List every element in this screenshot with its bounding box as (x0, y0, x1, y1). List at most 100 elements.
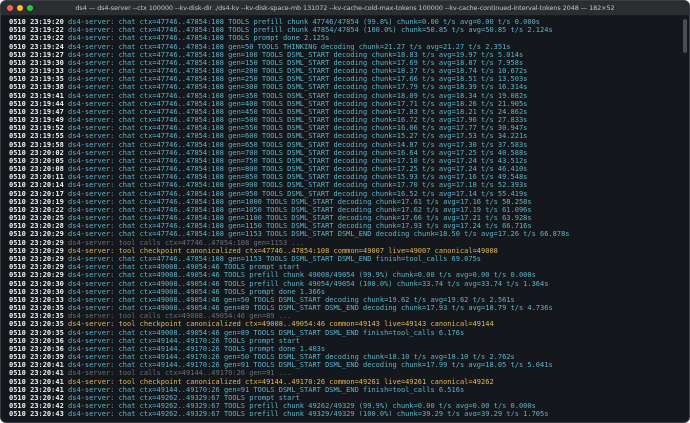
log-line: 0510 23:20:35 ds4-server: chat ctx=49008… (9, 304, 679, 312)
log-message: ds4-server: chat ctx=47746..47854:108 ge… (68, 58, 524, 67)
log-line: 0510 23:20:11 ds4-server: chat ctx=47746… (9, 173, 679, 181)
log-message: ds4-server: chat ctx=49008..49054:46 gen… (68, 328, 465, 337)
log-line: 0510 23:20:28 ds4-server: chat ctx=47746… (9, 222, 679, 230)
log-timestamp: 0510 23:20:36 (9, 336, 64, 345)
log-message: ds4-server: chat ctx=47746..47854:108 ge… (68, 67, 528, 76)
log-line: 0510 23:19:49 ds4-server: chat ctx=47746… (9, 116, 679, 124)
log-line: 0510 23:20:43 ds4-server: chat ctx=49262… (9, 410, 679, 416)
log-timestamp: 0510 23:20:36 (9, 344, 64, 353)
log-line: 0510 23:20:02 ds4-server: chat ctx=47746… (9, 149, 679, 157)
log-timestamp: 0510 23:20:35 (9, 328, 64, 337)
log-message: ds4-server: chat ctx=49262..49329:67 TOO… (68, 410, 549, 416)
log-line: 0510 23:20:17 ds4-server: chat ctx=47746… (9, 190, 679, 198)
log-line: 0510 23:20:29 ds4-server: chat ctx=47746… (9, 255, 679, 263)
log-line: 0510 23:20:41 ds4-server: chat ctx=49144… (9, 386, 679, 394)
log-timestamp: 0510 23:20:39 (9, 353, 64, 362)
log-message: ds4-server: chat ctx=47746..47854:108 ge… (68, 148, 528, 157)
log-timestamp: 0510 23:19:22 (9, 34, 64, 43)
log-message: ds4-server: chat ctx=49008..49054:46 TOO… (68, 279, 549, 288)
log-line: 0510 23:19:30 ds4-server: chat ctx=47746… (9, 59, 679, 67)
log-timestamp: 0510 23:20:11 (9, 173, 64, 182)
log-timestamp: 0510 23:19:52 (9, 124, 64, 133)
log-message: ds4-server: chat ctx=47746..47854:108 TO… (68, 26, 553, 35)
log-message: ds4-server: chat ctx=47746..47854:108 ge… (68, 254, 482, 263)
log-line: 0510 23:19:52 ds4-server: chat ctx=47746… (9, 124, 679, 132)
log-line: 0510 23:20:41 ds4-server: tool checkpoin… (9, 378, 679, 386)
log-line: 0510 23:20:22 ds4-server: chat ctx=47746… (9, 206, 679, 214)
log-line: 0510 23:19:20 ds4-server: chat ctx=47746… (9, 18, 679, 26)
log-timestamp: 0510 23:19:20 (9, 18, 64, 26)
scrollbar[interactable] (682, 17, 687, 418)
log-message: ds4-server: tool calls ctx=49144..49170:… (68, 369, 292, 378)
log-line: 0510 23:20:14 ds4-server: chat ctx=47746… (9, 181, 679, 189)
log-timestamp: 0510 23:20:29 (9, 230, 64, 239)
log-line: 0510 23:20:19 ds4-server: chat ctx=47746… (9, 198, 679, 206)
log-message: ds4-server: chat ctx=47746..47854:108 ge… (68, 140, 528, 149)
log-line: 0510 23:19:55 ds4-server: chat ctx=47746… (9, 132, 679, 140)
log-message: ds4-server: chat ctx=47746..47854:108 ge… (68, 132, 528, 141)
log-message: ds4-server: tool checkpoint canonicalize… (68, 246, 498, 255)
log-message: ds4-server: tool checkpoint canonicalize… (68, 377, 494, 386)
window-title: ds4 — ds4-server --ctx 100000 --kv-disk-… (75, 4, 615, 12)
log-timestamp: 0510 23:20:33 (9, 295, 64, 304)
log-timestamp: 0510 23:19:33 (9, 67, 64, 76)
log-message: ds4-server: chat ctx=49144..49170:26 gen… (68, 385, 465, 394)
log-message: ds4-server: chat ctx=47746..47854:108 ge… (68, 205, 532, 214)
log-timestamp: 0510 23:20:08 (9, 165, 64, 174)
title-bar: ds4 — ds4-server --ctx 100000 --kv-disk-… (1, 1, 689, 16)
log-line: 0510 23:20:30 ds4-server: chat ctx=49008… (9, 280, 679, 288)
log-line: 0510 23:20:41 ds4-server: tool calls ctx… (9, 369, 679, 377)
log-line: 0510 23:20:30 ds4-server: chat ctx=49008… (9, 288, 679, 296)
log-line: 0510 23:19:38 ds4-server: chat ctx=47746… (9, 83, 679, 91)
log-timestamp: 0510 23:20:35 (9, 312, 64, 321)
log-line: 0510 23:20:42 ds4-server: chat ctx=49262… (9, 394, 679, 402)
log-timestamp: 0510 23:20:25 (9, 214, 64, 223)
scrollbar-thumb[interactable] (683, 19, 687, 53)
terminal-window: ds4 — ds4-server --ctx 100000 --kv-disk-… (0, 0, 690, 423)
log-line: 0510 23:19:33 ds4-server: chat ctx=47746… (9, 67, 679, 75)
log-line: 0510 23:19:24 ds4-server: chat ctx=47746… (9, 43, 679, 51)
log-timestamp: 0510 23:20:41 (9, 385, 64, 394)
log-message: ds4-server: chat ctx=47746..47854:108 ge… (68, 165, 528, 174)
log-timestamp: 0510 23:20:29 (9, 246, 64, 255)
log-message: ds4-server: chat ctx=49144..49170:26 gen… (68, 361, 553, 370)
log-message: ds4-server: chat ctx=47746..47854:108 ge… (68, 91, 528, 100)
log-timestamp: 0510 23:19:22 (9, 26, 64, 35)
terminal-output[interactable]: 0510 23:19:20 ds4-server: chat ctx=47746… (9, 18, 679, 416)
log-message: ds4-server: chat ctx=47746..47854:108 ge… (68, 181, 528, 190)
log-message: ds4-server: chat ctx=49008..49054:46 TOO… (68, 271, 536, 280)
log-timestamp: 0510 23:20:28 (9, 222, 64, 231)
log-timestamp: 0510 23:20:35 (9, 320, 64, 329)
log-timestamp: 0510 23:19:47 (9, 107, 64, 116)
log-line: 0510 23:20:08 ds4-server: chat ctx=47746… (9, 165, 679, 173)
log-line: 0510 23:19:27 ds4-server: chat ctx=47746… (9, 51, 679, 59)
log-message: ds4-server: chat ctx=47746..47854:108 ge… (68, 156, 528, 165)
log-timestamp: 0510 23:20:43 (9, 410, 64, 416)
log-timestamp: 0510 23:19:49 (9, 116, 64, 125)
log-message: ds4-server: chat ctx=47746..47854:108 TO… (68, 18, 541, 26)
log-timestamp: 0510 23:20:30 (9, 287, 64, 296)
log-timestamp: 0510 23:20:41 (9, 377, 64, 386)
log-message: ds4-server: chat ctx=49144..49170:26 TOO… (68, 336, 300, 345)
log-message: ds4-server: chat ctx=47746..47854:108 ge… (68, 116, 528, 125)
log-line: 0510 23:19:47 ds4-server: chat ctx=47746… (9, 108, 679, 116)
log-timestamp: 0510 23:20:35 (9, 304, 64, 313)
log-message: ds4-server: chat ctx=49008..49054:46 TOO… (68, 287, 326, 296)
log-timestamp: 0510 23:20:14 (9, 181, 64, 190)
log-message: ds4-server: chat ctx=49008..49054:46 gen… (68, 295, 515, 304)
log-line: 0510 23:20:29 ds4-server: tool calls ctx… (9, 239, 679, 247)
log-timestamp: 0510 23:19:27 (9, 50, 64, 59)
log-message: ds4-server: chat ctx=49144..49170:26 gen… (68, 353, 515, 362)
log-message: ds4-server: chat ctx=47746..47854:108 TO… (68, 34, 330, 43)
log-message: ds4-server: chat ctx=47746..47854:108 ge… (68, 214, 532, 223)
log-timestamp: 0510 23:19:44 (9, 99, 64, 108)
log-message: ds4-server: chat ctx=49262..49329:67 TOO… (68, 393, 300, 402)
log-line: 0510 23:19:35 ds4-server: chat ctx=47746… (9, 75, 679, 83)
log-message: ds4-server: chat ctx=49008..49054:46 gen… (68, 304, 553, 313)
log-timestamp: 0510 23:19:35 (9, 75, 64, 84)
log-timestamp: 0510 23:20:29 (9, 263, 64, 272)
log-message: ds4-server: tool calls ctx=47746..47854:… (68, 238, 305, 247)
log-line: 0510 23:19:44 ds4-server: chat ctx=47746… (9, 100, 679, 108)
log-timestamp: 0510 23:19:38 (9, 83, 64, 92)
log-timestamp: 0510 23:20:42 (9, 402, 64, 411)
